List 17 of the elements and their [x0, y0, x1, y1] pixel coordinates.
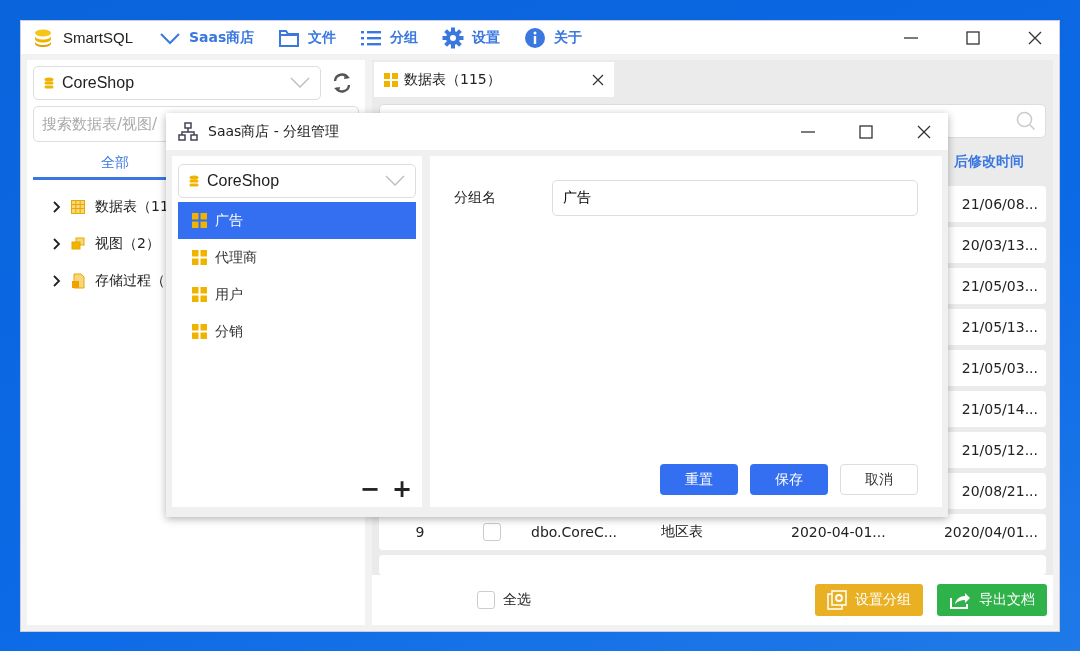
table-cell: 2020/04/01...: [943, 524, 1038, 540]
table-cell: 20/08/21...: [961, 483, 1038, 499]
table-cell: 21/05/03...: [961, 278, 1038, 294]
table-cell: 21/05/13...: [961, 319, 1038, 335]
window-title: SmartSQL: [63, 29, 134, 46]
table-cell: dbo.CoreC...: [531, 524, 618, 540]
checkbox-label: 全选: [503, 591, 531, 609]
table-cell: 20/03/13...: [961, 237, 1038, 253]
table-cell: 2020-04-01...: [791, 524, 886, 540]
field-label: 分组名: [454, 189, 497, 207]
table-cell: 21/05/12...: [961, 442, 1038, 458]
table-cell: 21/06/08...: [961, 196, 1038, 212]
table-cell: 21/05/03...: [961, 360, 1038, 376]
table-cell: 9: [415, 524, 425, 540]
table-cell: 21/05/14...: [961, 401, 1038, 417]
table-cell: 地区表: [661, 523, 703, 541]
dialog-title: Saas商店 - 分组管理: [208, 122, 340, 141]
